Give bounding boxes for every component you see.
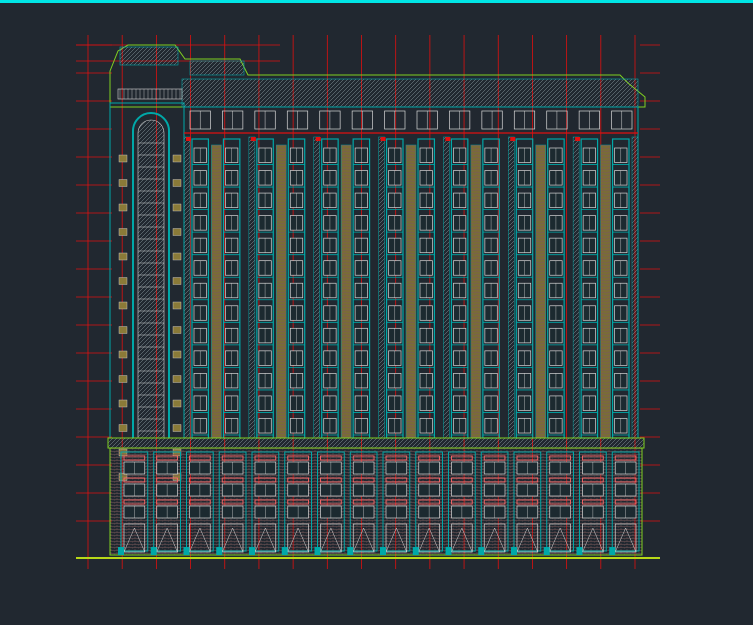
stair-window-right	[172, 375, 182, 383]
pier-base	[281, 547, 288, 555]
column-infill-texture	[470, 145, 481, 438]
stair-window-left	[118, 228, 128, 236]
pier-base	[543, 547, 550, 555]
stair-window-left	[118, 424, 128, 432]
pier-base	[118, 547, 124, 555]
stair-window-left	[118, 179, 128, 187]
pier-base	[576, 547, 583, 555]
column-infill-texture	[211, 145, 222, 438]
pier-base	[609, 547, 616, 555]
stair-window-left	[118, 375, 128, 383]
capital-accent	[250, 137, 256, 141]
stair-window-right	[172, 350, 182, 359]
capital-accent	[510, 137, 516, 141]
pier	[443, 136, 450, 439]
pier	[572, 136, 580, 439]
pier-base	[183, 547, 190, 555]
pier-base	[412, 547, 419, 555]
capital-accent	[575, 137, 581, 141]
stair-window-right	[172, 179, 182, 187]
balustrade	[117, 88, 183, 100]
pier-base	[150, 547, 157, 555]
pier-base	[511, 547, 517, 555]
stair-window-right	[172, 252, 182, 261]
stair-window-left	[118, 252, 128, 261]
pier-end	[631, 136, 639, 439]
pier-base	[216, 547, 223, 555]
stair-window-right	[172, 301, 182, 310]
pier-base	[314, 547, 321, 555]
cad-viewport[interactable]	[0, 3, 753, 625]
base-podium	[109, 447, 643, 556]
pier-base	[445, 547, 452, 555]
elevation-drawing	[76, 35, 660, 569]
pier	[183, 136, 191, 439]
stair-window-left	[118, 277, 128, 285]
pier-base	[249, 547, 255, 555]
stair-window-left	[118, 154, 128, 163]
roof-tower-cap	[119, 46, 179, 66]
stair-window-right	[172, 203, 182, 212]
podium-cornice	[107, 437, 645, 449]
stair-window-right	[172, 277, 182, 285]
stair-window-right	[172, 424, 182, 432]
stair-window-left	[118, 326, 128, 334]
tower-elevation	[107, 44, 646, 481]
pier	[378, 136, 385, 439]
stair-window-left	[118, 203, 128, 212]
column-infill-texture	[341, 145, 352, 438]
pier	[313, 136, 320, 439]
cornice-band	[181, 78, 639, 108]
column-infill-texture	[535, 145, 546, 438]
column-infill-texture	[406, 145, 416, 438]
pier	[248, 136, 256, 439]
column-infill-texture	[600, 145, 611, 438]
pier-base	[478, 547, 485, 555]
roof-cap-secondary	[189, 60, 245, 76]
capital-accent	[315, 137, 321, 141]
stair-window-right	[172, 228, 182, 236]
stair-window-left	[118, 399, 128, 408]
arched-window	[137, 119, 165, 438]
pier	[508, 136, 515, 439]
capital-accent	[380, 137, 386, 141]
stair-window-right	[172, 326, 182, 334]
stair-window-left	[118, 301, 128, 310]
pier-base	[380, 547, 386, 555]
column-infill-texture	[276, 145, 287, 438]
stair-window-right	[172, 399, 182, 408]
pier-base	[347, 547, 354, 555]
capital-accent	[186, 137, 191, 141]
stair-window-right	[172, 154, 182, 163]
capital-accent	[445, 137, 451, 141]
stair-window-left	[118, 350, 128, 359]
